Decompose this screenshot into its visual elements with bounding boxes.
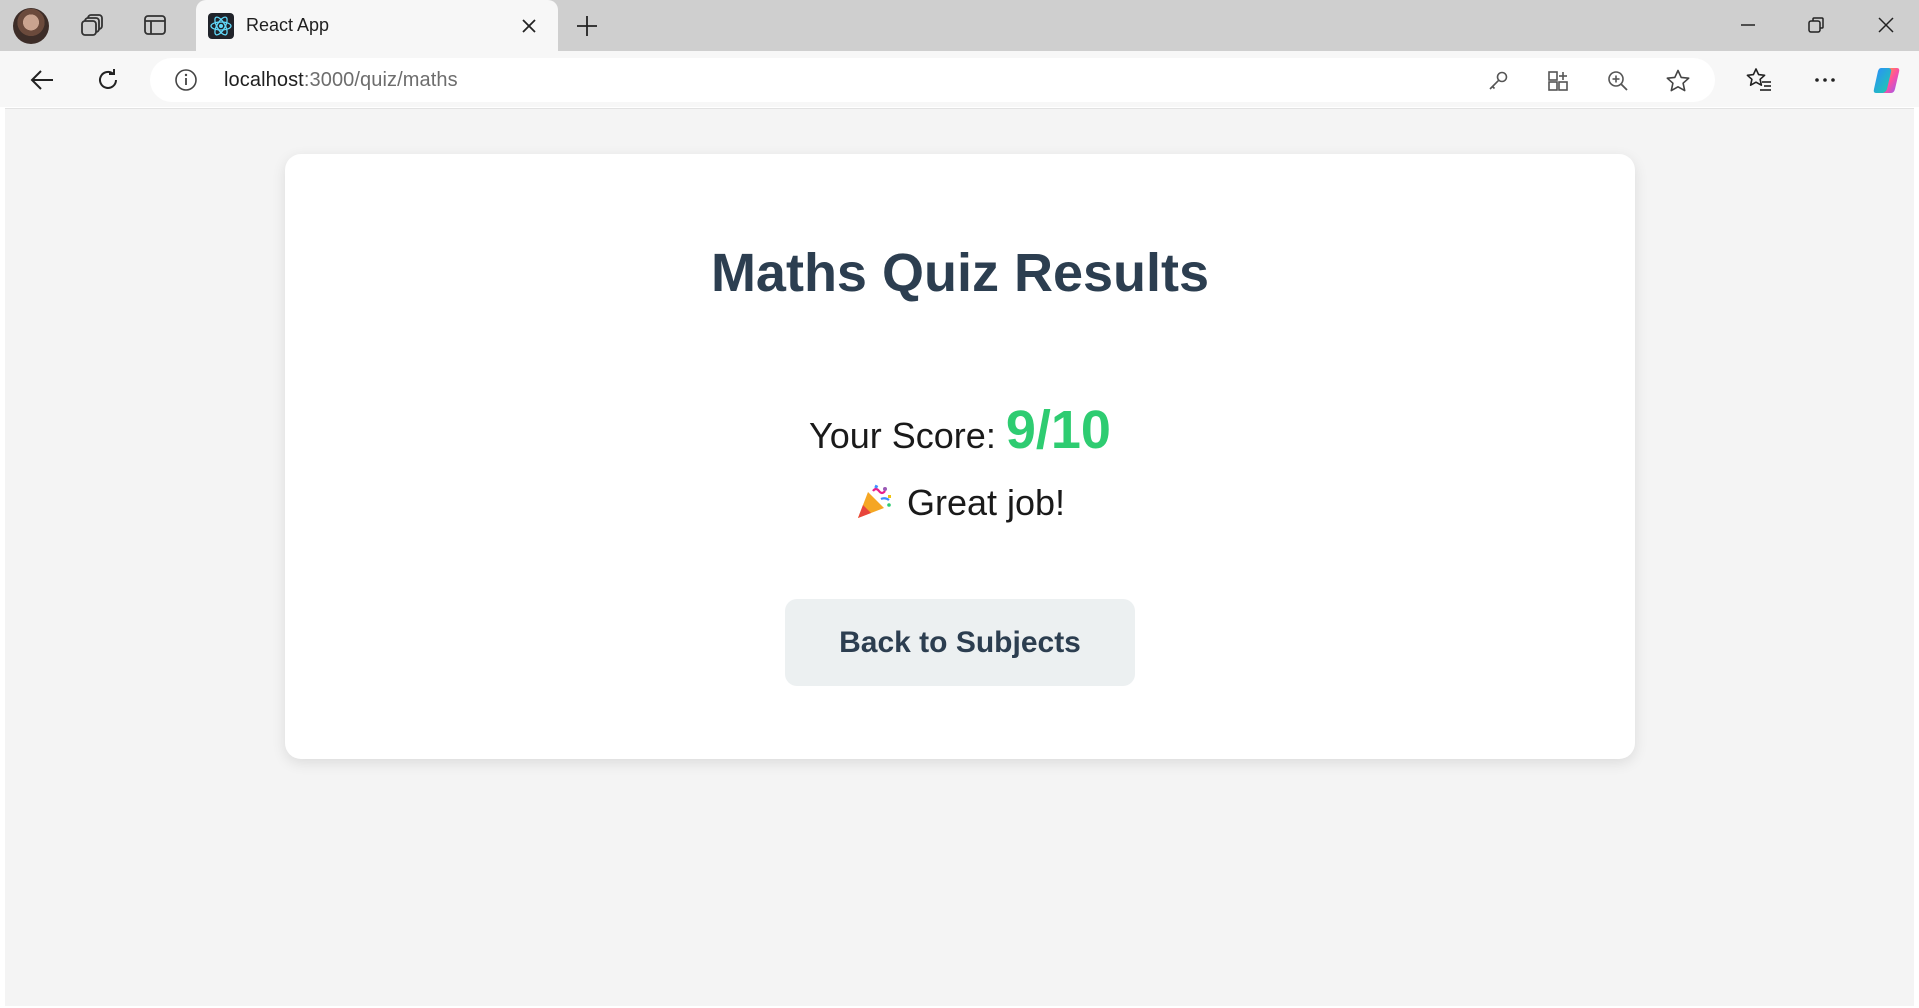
tab-actions-icon[interactable] <box>133 6 177 44</box>
workspaces-icon[interactable] <box>71 6 115 44</box>
restore-icon[interactable] <box>1786 6 1846 44</box>
favorites-icon[interactable] <box>1739 61 1779 99</box>
address-bar[interactable]: localhost:3000/quiz/maths <box>150 58 1715 102</box>
active-tab[interactable]: React App <box>196 0 558 51</box>
copilot-icon[interactable] <box>1867 61 1907 99</box>
results-card: Maths Quiz Results Your Score: 9/10 Grea… <box>285 154 1635 759</box>
key-icon[interactable] <box>1483 66 1513 96</box>
back-arrow-icon[interactable] <box>22 61 62 99</box>
result-message: Great job! <box>285 482 1635 524</box>
react-favicon <box>208 13 234 39</box>
page-title: Maths Quiz Results <box>710 243 1210 303</box>
score-value: 9/10 <box>1005 400 1111 460</box>
back-to-subjects-button[interactable]: Back to Subjects <box>785 599 1135 686</box>
message-text: Great job! <box>906 482 1066 523</box>
url-path: :3000/quiz/maths <box>303 69 458 91</box>
profile-avatar[interactable] <box>13 8 49 44</box>
page-viewport: Maths Quiz Results Your Score: 9/10 Grea… <box>5 108 1914 1006</box>
party-popper-icon <box>857 484 891 518</box>
tab-strip: React App <box>0 0 1919 51</box>
close-icon[interactable] <box>516 13 542 39</box>
plus-icon[interactable] <box>568 10 606 42</box>
apps-icon[interactable] <box>1543 66 1573 96</box>
star-icon[interactable] <box>1663 66 1693 96</box>
tab-title: React App <box>246 15 330 35</box>
refresh-icon[interactable] <box>88 61 128 99</box>
minimize-icon[interactable] <box>1718 6 1778 44</box>
more-icon[interactable] <box>1805 61 1845 99</box>
score-line: Your Score: 9/10 <box>285 399 1635 461</box>
browser-toolbar: localhost:3000/quiz/maths <box>0 51 1919 107</box>
url-host: localhost <box>224 69 304 91</box>
info-icon[interactable] <box>174 68 198 92</box>
score-label: Your Score: <box>809 415 996 456</box>
zoom-in-icon[interactable] <box>1603 66 1633 96</box>
window-close-icon[interactable] <box>1856 6 1916 44</box>
url-text: localhost:3000/quiz/maths <box>224 69 458 92</box>
